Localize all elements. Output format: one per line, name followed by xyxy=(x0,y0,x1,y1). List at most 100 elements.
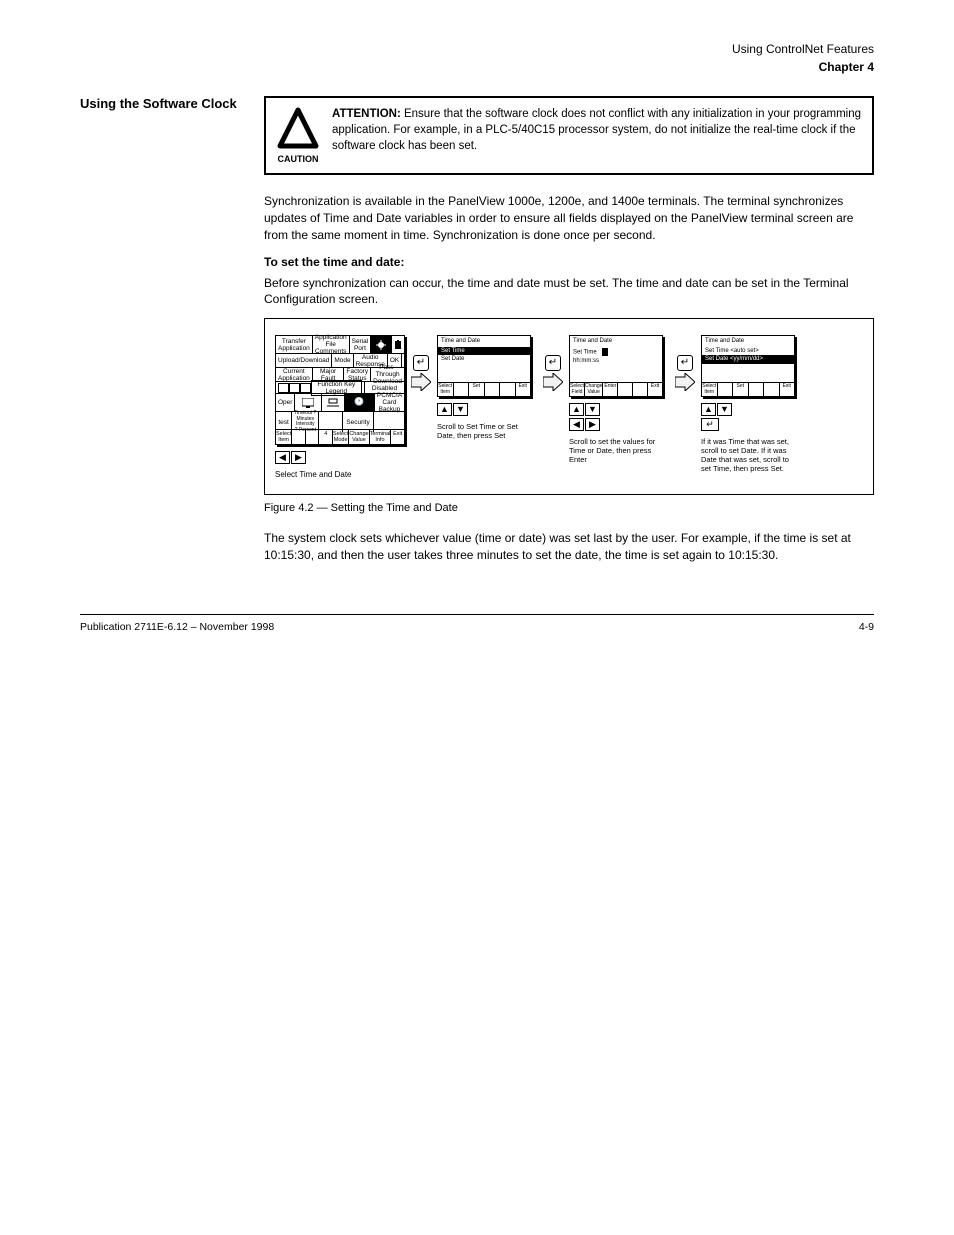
enter-key-icon: ↵ xyxy=(413,355,429,371)
menu-set-date: Set Date xyxy=(438,355,530,364)
section-label-col: Using the Software Clock xyxy=(80,96,240,574)
softkeys: Select Item Set Exit xyxy=(438,382,530,396)
header-subject: Using ControlNet Features xyxy=(80,40,874,58)
caution-icon: CAUTION xyxy=(274,106,322,165)
paragraph-clock-note: The system clock sets whichever value (t… xyxy=(264,530,874,564)
sk: Select Mode xyxy=(333,430,349,444)
sk: Select Item xyxy=(438,383,454,396)
step1-caption: Select Time and Date xyxy=(275,470,351,480)
cell xyxy=(402,354,406,367)
sk: Set xyxy=(469,383,485,396)
sk xyxy=(764,383,780,396)
left-arrow-icon: ◀ xyxy=(275,451,290,464)
figure-step-3: Time and Date Set Time hh:mm:ss SelectFi… xyxy=(569,335,669,464)
page-footer: Publication 2711E-6.12 – November 1998 4… xyxy=(80,614,874,633)
cursor-icon xyxy=(602,348,608,356)
line-set-time: Set Time xyxy=(570,347,662,357)
paragraph-before-sync: Before synchronization can occur, the ti… xyxy=(264,275,874,309)
cell: Oper xyxy=(276,394,295,411)
sk: Exit xyxy=(780,383,795,396)
sk: Set xyxy=(733,383,749,396)
cell-align-screen xyxy=(371,336,392,353)
sk xyxy=(292,430,306,444)
figure-step-1: Transfer Application Application File Co… xyxy=(275,335,405,480)
sk xyxy=(633,383,648,396)
figure-box: Transfer Application Application File Co… xyxy=(264,318,874,495)
softkeys: SelectField ChangeValue Enter Exit xyxy=(570,382,662,396)
sk xyxy=(485,383,501,396)
sk: Enter xyxy=(603,383,618,396)
cell: PCMCIA Card Backup xyxy=(375,394,404,411)
footer-publication: Publication 2711E-6.12 – November 1998 xyxy=(80,621,274,633)
line-time-autoset: Set Time <auto set> xyxy=(702,347,794,356)
figure-caption: Figure 4.2 — Setting the Time and Date xyxy=(264,501,874,516)
cell-screen-saver xyxy=(295,394,321,411)
softkeys: Select Item 4 Select Mode Change Value T… xyxy=(276,429,404,444)
cell-time-date-selected: 🕐 xyxy=(345,394,375,411)
set-time-entry-screen: Time and Date Set Time hh:mm:ss SelectFi… xyxy=(569,335,663,397)
time-date-menu-screen-2: Time and Date Set Time <auto set> Set Da… xyxy=(701,335,795,397)
screen-title: Time and Date xyxy=(570,336,662,347)
arrow-1: ↵ xyxy=(411,355,431,391)
cell-battery xyxy=(392,336,404,353)
section-body: CAUTION ATTENTION: Ensure that the softw… xyxy=(264,96,874,574)
menu-set-time: Set Time xyxy=(438,347,530,356)
sk: Exit xyxy=(648,383,662,396)
sk xyxy=(306,430,320,444)
step1-buttons: ◀ ▶ xyxy=(275,451,306,464)
cell-alarm xyxy=(322,394,345,411)
page-header: Using ControlNet Features Chapter 4 xyxy=(80,40,874,76)
cell: Upload/Download xyxy=(276,354,332,367)
attention-body: Ensure that the software clock does not … xyxy=(332,108,861,152)
softkeys: Select Item Set Exit xyxy=(702,382,794,396)
cell-fnkey: Function Key Legend xyxy=(276,382,365,394)
up-arrow-icon: ▲ xyxy=(701,403,716,416)
menu-set-date-hl: Set Date <yy/mm/dd> xyxy=(702,355,794,364)
footer-page-number: 4-9 xyxy=(859,621,874,633)
attention-text: ATTENTION: Ensure that the software cloc… xyxy=(332,106,862,154)
enter-key-icon: ↵ xyxy=(545,355,561,371)
subheading-set-time: To set the time and date: xyxy=(264,254,874,271)
cell: Current Application xyxy=(276,368,313,381)
left-arrow-icon: ◀ xyxy=(569,418,584,431)
cell: Serial Port xyxy=(350,336,372,353)
figure-step-2: Time and Date Set Time Set Date Select I… xyxy=(437,335,537,440)
screen-title: Time and Date xyxy=(702,336,794,347)
cell: Mode xyxy=(332,354,353,367)
up-arrow-icon: ▲ xyxy=(437,403,452,416)
step4-buttons-enter: ↵ xyxy=(701,418,732,431)
up-arrow-icon: ▲ xyxy=(569,403,584,416)
arrow-2: ↵ xyxy=(543,355,563,391)
time-date-menu-screen: Time and Date Set Time Set Date Select I… xyxy=(437,335,531,397)
sk xyxy=(500,383,516,396)
step3-buttons-lr: ◀ ▶ xyxy=(569,418,600,431)
sk: Exit xyxy=(391,430,404,444)
sk: Exit xyxy=(516,383,531,396)
sk: Select Item xyxy=(276,430,292,444)
down-arrow-icon: ▼ xyxy=(585,403,600,416)
sk: ChangeValue xyxy=(585,383,604,396)
sk xyxy=(718,383,734,396)
sk: 4 xyxy=(319,430,333,444)
paragraph-sync: Synchronization is available in the Pane… xyxy=(264,193,874,243)
sk: Terminal Info xyxy=(370,430,392,444)
enter-key-icon: ↵ xyxy=(677,355,693,371)
cell: Transfer Application xyxy=(276,336,313,353)
screen-title: Time and Date xyxy=(438,336,530,347)
sk xyxy=(749,383,765,396)
cell: Pass-Through Download xyxy=(371,368,404,381)
line-format: hh:mm:ss xyxy=(570,357,662,366)
caution-label: CAUTION xyxy=(276,153,320,166)
sk: Change Value xyxy=(349,430,369,444)
down-arrow-icon: ▼ xyxy=(453,403,468,416)
header-chapter: Chapter 4 xyxy=(80,58,874,76)
attention-box: CAUTION ATTENTION: Ensure that the softw… xyxy=(264,96,874,175)
attention-bold: ATTENTION: xyxy=(332,108,401,120)
step2-caption: Scroll to Set Time or Set Date, then pre… xyxy=(437,422,537,440)
enter-key-icon: ↵ xyxy=(701,418,719,431)
sk: SelectField xyxy=(570,383,585,396)
arrow-3: ↵ xyxy=(675,355,695,391)
terminal-config-screen: Transfer Application Application File Co… xyxy=(275,335,405,445)
sk xyxy=(618,383,633,396)
right-arrow-icon: ▶ xyxy=(585,418,600,431)
